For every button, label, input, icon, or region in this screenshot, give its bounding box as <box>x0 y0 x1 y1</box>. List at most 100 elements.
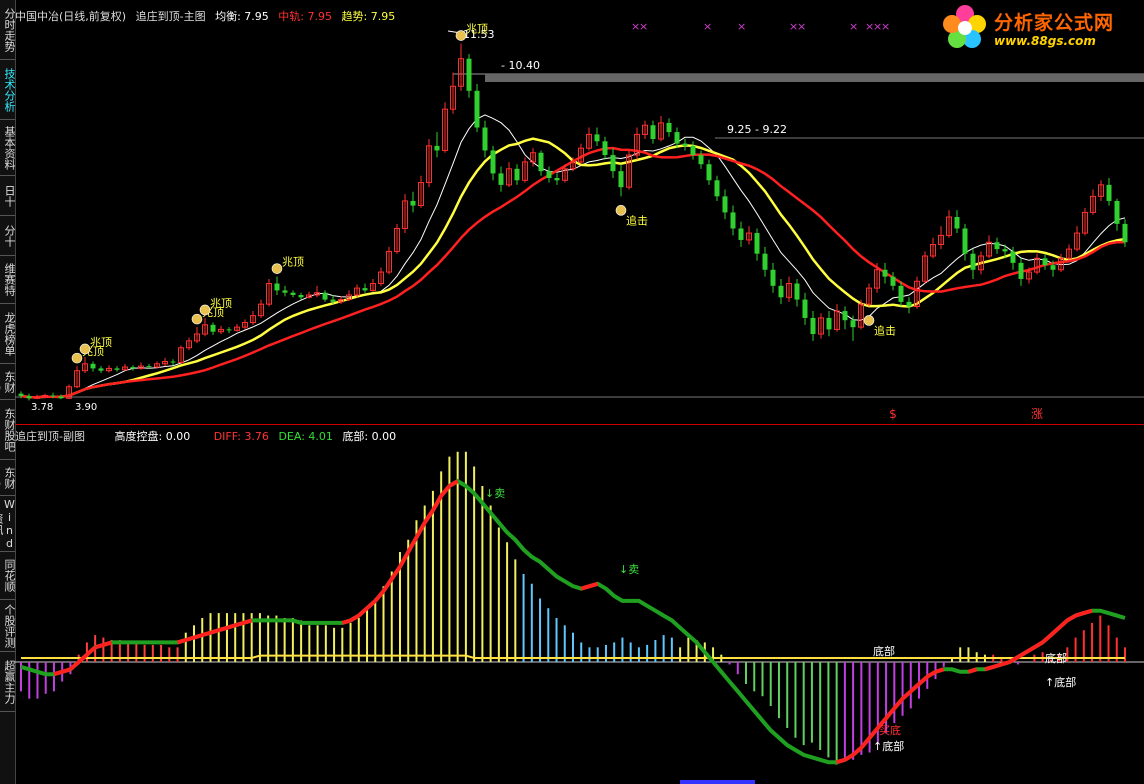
candle-body <box>802 299 808 318</box>
magenta-x-mark: × <box>797 20 806 33</box>
candle-body <box>666 122 672 133</box>
candle-body <box>498 173 504 185</box>
candle <box>394 223 400 254</box>
candle-body <box>1042 258 1048 266</box>
candle <box>594 127 600 146</box>
money-bag-icon <box>455 30 467 41</box>
sidebar-item-7[interactable]: 东财10 <box>0 364 15 400</box>
candle <box>946 210 952 238</box>
sidebar-item-5[interactable]: 维赛特 <box>0 256 15 304</box>
candle <box>762 246 768 277</box>
low-price-label-1: 3.78 <box>31 402 53 413</box>
sidebar-item-1[interactable]: 技术分析 <box>0 60 15 120</box>
candle <box>154 361 160 369</box>
candles-group <box>18 43 1128 401</box>
candle <box>962 223 968 261</box>
candle-body <box>810 317 816 334</box>
sidebar-item-11[interactable]: 同花顺 <box>0 552 15 600</box>
candle-body <box>290 292 296 295</box>
candle-body <box>738 228 744 240</box>
sell-label-2: ↓卖 <box>619 563 639 576</box>
candle <box>714 175 720 201</box>
candle-body <box>50 395 56 397</box>
candle-body <box>618 171 624 188</box>
sidebar-item-3[interactable]: 日十 <box>0 176 15 216</box>
candle-body <box>674 132 680 144</box>
chase-signal: 追击 <box>863 315 896 337</box>
candle <box>554 173 560 185</box>
candle-body <box>826 317 832 330</box>
candle <box>226 327 232 334</box>
candle-body <box>706 164 712 181</box>
buy-bottom-label: 买底 <box>879 723 901 737</box>
candle <box>794 278 800 307</box>
macd-bars-group <box>20 451 1126 765</box>
candle <box>970 249 976 279</box>
sidebar-item-9[interactable]: 东财F9 <box>0 460 15 496</box>
sidebar-item-13[interactable]: 超赢主力 <box>0 652 15 712</box>
sidebar-item-10[interactable]: Wind资讯 <box>0 496 15 552</box>
candle-body <box>98 368 104 371</box>
candle-body <box>538 152 544 172</box>
candle <box>26 393 32 401</box>
candle <box>810 311 816 341</box>
candle-body <box>434 145 440 151</box>
money-bag-icon <box>191 313 203 325</box>
sell-label-1: ↓卖 <box>485 487 505 500</box>
candle <box>442 102 448 153</box>
candle <box>346 290 352 301</box>
sidebar-item-0[interactable]: 分时走势 <box>0 0 15 60</box>
magenta-x-mark: × <box>849 20 858 33</box>
candle <box>1018 258 1024 286</box>
range-price-label: 9.25 - 9.22 <box>727 123 787 136</box>
bottom-rise-label-1: ↑底部 <box>1045 675 1076 689</box>
candle <box>74 366 80 389</box>
candle <box>842 306 848 330</box>
magenta-x-mark: × <box>639 20 648 33</box>
candle <box>466 54 472 98</box>
sidebar-item-6[interactable]: 龙虎榜单 <box>0 304 15 364</box>
candle <box>818 313 824 339</box>
candle <box>306 291 312 299</box>
candle-body <box>770 269 776 286</box>
candle <box>882 262 888 284</box>
candle-body <box>298 295 304 298</box>
sidebar-item-4[interactable]: 分十 <box>0 216 15 256</box>
candle <box>218 325 224 334</box>
dea-line <box>20 478 1126 765</box>
signal-label: 兆顶 <box>282 256 304 269</box>
candle <box>1082 207 1088 236</box>
candle <box>642 120 648 139</box>
candle <box>266 278 272 307</box>
candle <box>746 226 752 245</box>
candle <box>954 210 960 234</box>
candle-body <box>1122 223 1128 243</box>
candle <box>274 276 280 295</box>
candle-body <box>58 396 64 399</box>
candle <box>786 276 792 302</box>
candle-body <box>1114 200 1120 224</box>
top-signal: 兆顶 <box>271 256 304 274</box>
candle <box>178 345 184 364</box>
candle-body <box>1050 265 1056 270</box>
candle <box>722 189 728 220</box>
candle <box>258 299 264 318</box>
candle <box>90 361 96 372</box>
candle-body <box>210 324 216 332</box>
candle <box>618 164 624 197</box>
time-scrollbar[interactable] <box>680 780 755 784</box>
candle <box>522 157 528 183</box>
sidebar-item-12[interactable]: 个股评测 <box>0 600 15 652</box>
candle <box>698 150 704 169</box>
signal-label: 兆顶 <box>210 297 232 310</box>
candle <box>1074 226 1080 252</box>
candle <box>690 141 696 160</box>
candle <box>482 120 488 158</box>
sidebar-item-8[interactable]: 东财股吧 <box>0 400 15 460</box>
candle-body <box>1002 249 1008 252</box>
candle-body <box>898 285 904 302</box>
candle <box>930 237 936 259</box>
candle <box>1106 178 1112 206</box>
sidebar-item-2[interactable]: 基本资料 <box>0 120 15 176</box>
candle-body <box>594 134 600 142</box>
